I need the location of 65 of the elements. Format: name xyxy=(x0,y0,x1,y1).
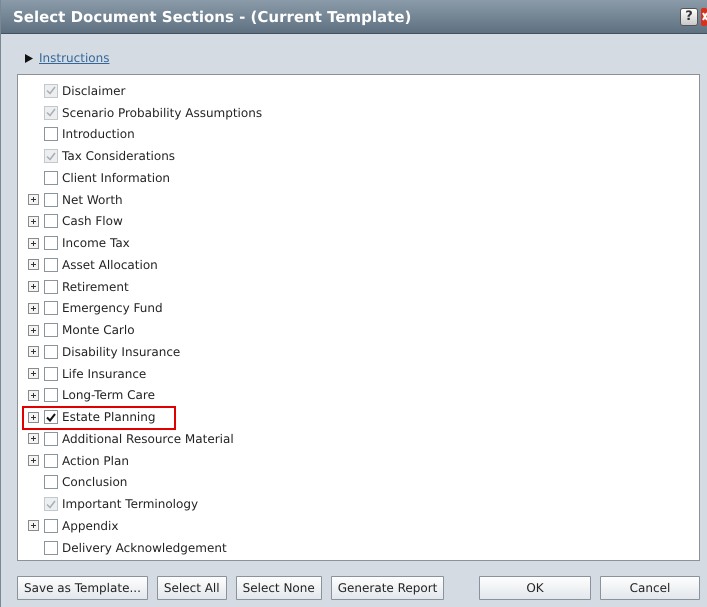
dialog-button[interactable]: Save as Template... xyxy=(17,576,148,600)
section-label: Emergency Fund xyxy=(62,301,163,316)
dialog-button[interactable]: Generate Report xyxy=(330,576,444,600)
expand-icon[interactable] xyxy=(28,324,39,336)
expand-icon[interactable] xyxy=(28,390,39,401)
section-label: Life Insurance xyxy=(62,366,146,381)
checkbox[interactable] xyxy=(44,323,58,338)
expand-icon[interactable] xyxy=(28,368,39,380)
section-label: Introduction xyxy=(62,127,135,142)
expand-icon[interactable] xyxy=(25,54,33,62)
section-label: Cash Flow xyxy=(62,214,123,228)
dialog-button[interactable]: OK xyxy=(479,576,591,600)
checkbox[interactable] xyxy=(44,214,58,228)
expand-icon[interactable] xyxy=(28,259,39,270)
close-icon[interactable] xyxy=(701,8,707,26)
checkbox[interactable] xyxy=(44,410,58,424)
expand-icon[interactable] xyxy=(28,216,39,227)
checkbox[interactable] xyxy=(44,366,58,381)
section-label: Monte Carlo xyxy=(62,323,135,338)
dialog-button[interactable]: Select None xyxy=(236,576,322,600)
section-label: Scenario Probability Assumptions xyxy=(62,106,262,120)
checkbox[interactable] xyxy=(44,518,58,533)
checkbox[interactable] xyxy=(44,192,58,207)
checkbox[interactable] xyxy=(44,280,58,294)
expand-icon[interactable] xyxy=(28,433,39,444)
section-label: Appendix xyxy=(62,518,118,533)
section-label: Conclusion xyxy=(62,475,128,490)
section-label: Estate Planning xyxy=(62,410,156,424)
section-label: Retirement xyxy=(62,280,129,294)
expand-icon[interactable] xyxy=(28,455,39,466)
expand-icon[interactable] xyxy=(28,194,39,206)
checkbox[interactable] xyxy=(44,236,58,250)
expand-icon[interactable] xyxy=(28,302,39,314)
checkbox[interactable] xyxy=(44,344,58,359)
section-label: Tax Considerations xyxy=(62,149,176,164)
expand-icon[interactable] xyxy=(28,346,39,358)
dialog-button[interactable]: Cancel xyxy=(600,576,700,600)
section-label: Important Terminology xyxy=(62,497,198,512)
section-label: Net Worth xyxy=(62,192,123,207)
section-label: Income Tax xyxy=(62,236,130,250)
section-label: Action Plan xyxy=(62,454,129,468)
expand-icon[interactable] xyxy=(28,238,39,249)
expand-icon[interactable] xyxy=(28,281,39,292)
section-label: Delivery Acknowledgement xyxy=(62,540,227,555)
checkbox[interactable] xyxy=(44,301,58,316)
section-label: Asset Allocation xyxy=(62,258,158,272)
instructions-link[interactable]: Instructions xyxy=(39,51,110,65)
checkbox[interactable] xyxy=(44,170,58,185)
expand-icon[interactable] xyxy=(28,412,39,423)
window-title: Select Document Sections - (Current Template) xyxy=(13,8,412,26)
checkbox[interactable] xyxy=(44,127,58,142)
help-button[interactable]: ? xyxy=(680,8,698,26)
section-label: Disability Insurance xyxy=(62,344,180,359)
section-label: Long-Term Care xyxy=(62,388,155,402)
checkbox[interactable] xyxy=(44,258,58,272)
checkbox[interactable] xyxy=(44,540,58,555)
section-label: Disclaimer xyxy=(62,84,126,98)
checkbox[interactable] xyxy=(44,454,58,468)
dialog-button[interactable]: Select All xyxy=(156,576,227,600)
expand-icon[interactable] xyxy=(28,520,39,532)
checkbox[interactable] xyxy=(44,432,58,446)
section-label: Client Information xyxy=(62,170,170,185)
checkbox[interactable] xyxy=(44,475,58,490)
section-label: Additional Resource Material xyxy=(62,432,234,446)
checkbox[interactable] xyxy=(44,388,58,402)
